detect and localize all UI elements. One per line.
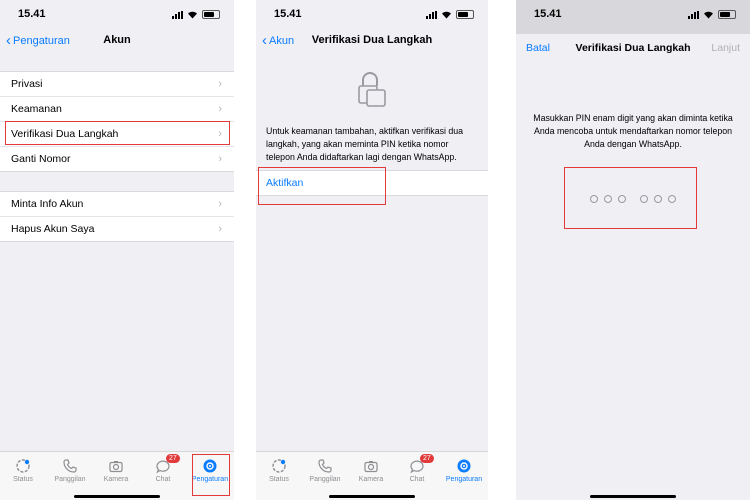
battery-icon xyxy=(718,10,736,19)
tab-label: Pengaturan xyxy=(445,476,483,483)
status-bar: 15.41 xyxy=(256,0,488,28)
highlight-box-verifikasi xyxy=(5,121,230,145)
chevron-right-icon: › xyxy=(218,78,222,90)
signal-icon xyxy=(688,10,699,19)
status-time: 15.41 xyxy=(534,8,562,20)
chevron-right-icon: › xyxy=(218,153,222,165)
page-title: Akun xyxy=(103,34,131,46)
tab-pengaturan[interactable]: Pengaturan xyxy=(442,458,486,483)
screen-pin-entry: 15.41 Batal Verifikasi Dua Langkah Lanju… xyxy=(516,0,750,500)
highlight-box-pin xyxy=(564,167,697,229)
status-icons xyxy=(426,10,474,19)
home-indicator xyxy=(329,495,415,498)
home-indicator xyxy=(74,495,160,498)
account-info-group: Minta Info Akun › Hapus Akun Saya › xyxy=(0,191,234,242)
battery-icon xyxy=(202,10,220,19)
tab-label: Panggilan xyxy=(309,476,341,483)
tab-label: Chat xyxy=(409,476,425,483)
chat-badge: 27 xyxy=(420,454,434,463)
status-time: 15.41 xyxy=(18,8,46,20)
screen-verifikasi: 15.41 ‹ Akun Verifikasi Dua Langkah Untu… xyxy=(256,0,488,500)
tab-panggilan[interactable]: Panggilan xyxy=(303,458,347,483)
menu-item-keamanan[interactable]: Keamanan › xyxy=(0,97,234,122)
tab-kamera[interactable]: Kamera xyxy=(349,458,393,483)
status-time: 15.41 xyxy=(274,8,302,20)
status-icons xyxy=(172,10,220,19)
status-icon xyxy=(272,459,286,473)
menu-item-minta-info-akun[interactable]: Minta Info Akun › xyxy=(0,192,234,217)
status-bar: 15.41 xyxy=(516,0,750,28)
battery-icon xyxy=(456,10,474,19)
page-title: Verifikasi Dua Langkah xyxy=(311,34,433,46)
highlight-box-pengaturan xyxy=(192,454,230,496)
status-icon xyxy=(16,459,30,473)
wifi-icon xyxy=(188,11,197,19)
lock-illustration xyxy=(256,70,488,113)
wifi-icon xyxy=(442,11,451,19)
camera-icon xyxy=(364,461,378,473)
highlight-box-aktifkan xyxy=(258,167,386,205)
lock-icon xyxy=(358,72,386,107)
sheet-nav-bar: Batal Verifikasi Dua Langkah Lanjut xyxy=(516,40,750,60)
menu-item-label: Ganti Nomor xyxy=(11,153,71,165)
nav-bar: ‹ Pengaturan Akun xyxy=(0,28,234,56)
menu-item-label: Privasi xyxy=(11,78,43,90)
chat-badge: 27 xyxy=(166,454,180,463)
tab-panggilan[interactable]: Panggilan xyxy=(48,458,92,483)
nav-bar: ‹ Akun Verifikasi Dua Langkah xyxy=(256,28,488,56)
phone-icon xyxy=(318,459,332,473)
menu-item-label: Hapus Akun Saya xyxy=(11,223,95,235)
tab-label: Panggilan xyxy=(54,476,86,483)
tab-bar: Status Panggilan Kamera Chat 27 Pengatur… xyxy=(256,451,488,500)
tab-status[interactable]: Status xyxy=(1,458,45,483)
description-text: Untuk keamanan tambahan, aktifkan verifi… xyxy=(266,126,464,162)
tab-chat[interactable]: Chat 27 xyxy=(395,454,439,483)
phone-icon xyxy=(63,459,77,473)
signal-icon xyxy=(172,10,183,19)
tab-label: Kamera xyxy=(358,476,384,483)
settings-icon xyxy=(457,459,471,473)
menu-item-label: Keamanan xyxy=(11,103,62,115)
chevron-right-icon: › xyxy=(218,103,222,115)
wifi-icon xyxy=(704,11,713,19)
status-icons xyxy=(688,10,736,19)
tab-label: Status xyxy=(13,476,33,483)
pin-instructions: Masukkan PIN enam digit yang akan dimint… xyxy=(533,113,733,149)
pin-sheet: Batal Verifikasi Dua Langkah Lanjut Masu… xyxy=(516,34,750,500)
chevron-right-icon: › xyxy=(218,198,222,210)
camera-icon xyxy=(109,461,123,473)
menu-item-hapus-akun[interactable]: Hapus Akun Saya › xyxy=(0,217,234,241)
menu-item-privasi[interactable]: Privasi › xyxy=(0,72,234,97)
screen-akun: 15.41 ‹ Pengaturan Akun Privasi › Keamana… xyxy=(0,0,234,500)
next-button[interactable]: Lanjut xyxy=(711,42,740,54)
home-indicator xyxy=(590,495,676,498)
tab-chat[interactable]: Chat 27 xyxy=(141,454,185,483)
menu-item-ganti-nomor[interactable]: Ganti Nomor › xyxy=(0,147,234,171)
chevron-right-icon: › xyxy=(218,223,222,235)
tab-status[interactable]: Status xyxy=(257,458,301,483)
signal-icon xyxy=(426,10,437,19)
tab-kamera[interactable]: Kamera xyxy=(94,458,138,483)
tab-label: Kamera xyxy=(103,476,129,483)
status-bar: 15.41 xyxy=(0,0,234,28)
tab-label: Chat xyxy=(155,476,171,483)
tab-label: Status xyxy=(269,476,289,483)
menu-item-label: Minta Info Akun xyxy=(11,198,84,210)
